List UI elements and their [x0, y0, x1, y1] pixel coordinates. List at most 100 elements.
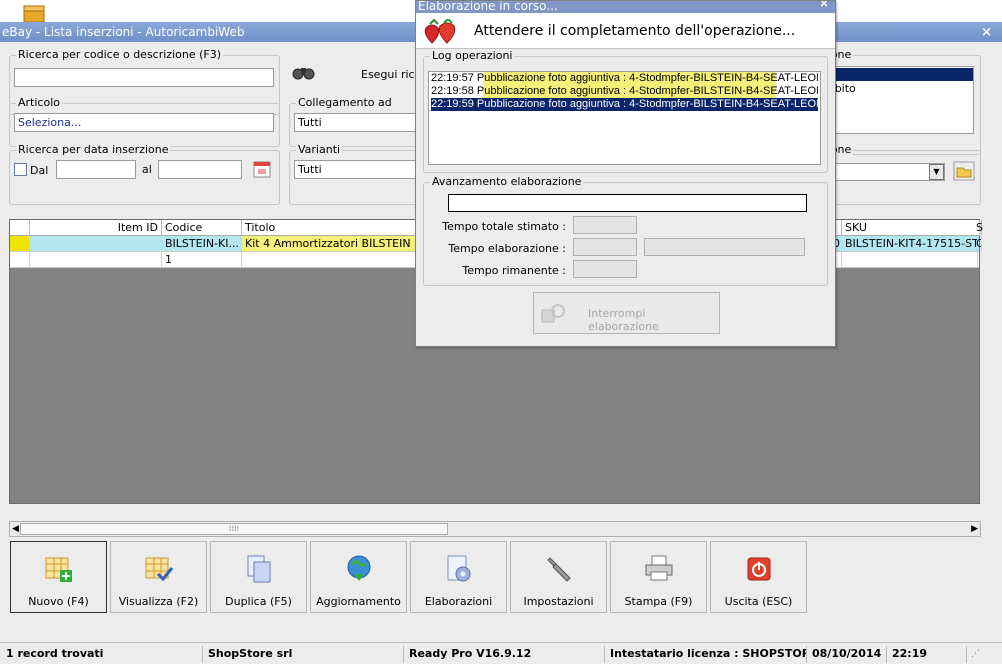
column-header-item-id[interactable]: Item ID: [30, 220, 162, 236]
cell-sku: BILSTEIN-KIT4-17515-ST: [842, 236, 978, 251]
log-entry[interactable]: 22:19:57 Pubblicazione foto aggiuntiva :…: [431, 72, 818, 85]
update-globe-icon: [347, 555, 371, 581]
dialog-message: Attendere il completamento dell'operazio…: [474, 23, 796, 39]
dialog-titlebar: Elaborazione in corso... ×: [416, 1, 835, 13]
settings-button-label: Impostazioni: [523, 595, 594, 608]
row-indicator: [10, 252, 30, 267]
log-list[interactable]: 22:19:57 Pubblicazione foto aggiuntiva :…: [428, 71, 821, 165]
right-filter-group-2: zione ▼: [818, 143, 981, 205]
search-group-label: Ricerca per codice o descrizione (F3): [16, 48, 224, 61]
column-header-codice[interactable]: Codice: [162, 220, 242, 236]
progress-group-label: Avanzamento elaborazione: [430, 175, 584, 188]
column-header-sku[interactable]: SKU: [842, 220, 980, 236]
processing-button-label: Elaborazioni: [424, 595, 493, 608]
status-date: 08/10/2014: [807, 646, 887, 663]
status-records: 1 record trovati: [1, 646, 203, 663]
update-button-label: Aggiornamento: [316, 595, 401, 608]
tempo-elaborazione-detail-field: [644, 238, 805, 256]
stop-processing-button[interactable]: Interrompi elaborazione: [533, 292, 720, 334]
process-icon: [447, 555, 471, 582]
dal-checkbox[interactable]: [14, 163, 27, 176]
update-button[interactable]: Aggiornamento: [310, 541, 407, 613]
varianti-group-label: Varianti: [296, 143, 343, 156]
package-icon: [23, 5, 45, 23]
log-entry[interactable]: 22:19:59 Pubblicazione foto aggiuntiva :…: [431, 98, 818, 111]
status-version: Ready Pro V16.9.12: [404, 646, 605, 663]
duplicate-button[interactable]: Duplica (F5): [210, 541, 307, 613]
cell-item-id: [30, 236, 162, 251]
exit-button[interactable]: Uscita (ESC): [710, 541, 807, 613]
right-filter-list[interactable]: subito ne: [818, 66, 974, 134]
resize-grip-icon[interactable]: ⋰: [971, 649, 980, 659]
printer-icon: [645, 555, 673, 581]
stop-process-icon: [541, 304, 565, 323]
exit-icon: [747, 557, 771, 581]
cell-s: C: [976, 236, 982, 251]
tempo-rimanente-field: [573, 260, 637, 278]
cell-sku: [842, 252, 978, 267]
varianti-group: Varianti Tutti: [289, 143, 420, 205]
cell-codice: BILSTEIN-KI...: [162, 236, 242, 251]
right-filter-group: zione subito ne: [818, 48, 981, 155]
strawberry-icon: [424, 19, 456, 44]
new-button-label: Nuovo (F4): [28, 595, 89, 608]
right-filter-list-item-selected[interactable]: [818, 68, 973, 81]
new-button[interactable]: Nuovo (F4): [10, 541, 107, 613]
processing-button[interactable]: Elaborazioni: [410, 541, 507, 613]
status-bar: 1 record trovati ShopStore srl Ready Pro…: [0, 642, 1002, 664]
date-from-input[interactable]: [56, 160, 136, 179]
varianti-select[interactable]: Tutti: [294, 160, 420, 179]
view-button-label: Visualizza (F2): [118, 595, 199, 608]
calendar-icon[interactable]: [252, 159, 272, 179]
collegamento-select[interactable]: Tutti: [294, 113, 420, 132]
log-entry[interactable]: 22:19:58 Pubblicazione foto aggiuntiva :…: [431, 85, 818, 98]
status-license: Intestatario licenza : SHOPSTORE S: [605, 646, 807, 663]
tempo-totale-field: [573, 216, 637, 234]
close-window-icon[interactable]: ×: [981, 23, 992, 43]
tempo-totale-label: Tempo totale stimato :: [442, 220, 566, 233]
date-group-label: Ricerca per data inserzione: [16, 143, 171, 156]
search-input[interactable]: [14, 68, 274, 87]
tempo-elaborazione-field: [573, 238, 637, 256]
dal-label: Dal: [30, 164, 49, 177]
dropdown-arrow-icon[interactable]: ▼: [929, 164, 944, 180]
articolo-group: Articolo Seleziona...: [9, 96, 280, 147]
scroll-left-icon[interactable]: ◀: [12, 524, 19, 534]
duplicate-icon: [247, 555, 271, 583]
print-button[interactable]: Stampa (F9): [610, 541, 707, 613]
cell-item-id: [30, 252, 162, 267]
tempo-elaborazione-label: Tempo elaborazione :: [448, 242, 566, 255]
binoculars-icon: [292, 68, 315, 80]
folder-icon[interactable]: [953, 161, 975, 181]
articolo-group-label: Articolo: [16, 96, 62, 109]
log-group-label: Log operazioni: [430, 49, 515, 62]
window-title: eBay - Lista inserzioni - AutoricambiWeb: [2, 25, 245, 39]
cell-codice: 1: [162, 252, 242, 267]
tempo-rimanente-label: Tempo rimanente :: [462, 264, 566, 277]
horizontal-scrollbar[interactable]: ◀ ⁞⁞⁞⁞ ▶: [9, 521, 981, 537]
scroll-right-icon[interactable]: ▶: [971, 524, 978, 534]
column-header-s[interactable]: S: [976, 220, 983, 236]
view-grid-icon: [145, 557, 174, 582]
settings-button[interactable]: Impostazioni: [510, 541, 607, 613]
dialog-close-icon[interactable]: ×: [819, 1, 829, 9]
date-to-input[interactable]: [158, 160, 242, 179]
status-time: 22:19: [887, 646, 967, 663]
processing-dialog: Elaborazione in corso... × Attendere il …: [415, 0, 836, 347]
dialog-title: Elaborazione in corso...: [418, 1, 558, 13]
row-indicator: [10, 236, 30, 251]
dialog-header: Attendere il completamento dell'operazio…: [416, 13, 835, 49]
collegamento-group: Collegamento ad anagra Tutti: [289, 96, 420, 147]
duplicate-button-label: Duplica (F5): [225, 595, 292, 608]
al-label: al: [142, 163, 152, 176]
date-group: Ricerca per data inserzione Dal al: [9, 143, 280, 205]
scroll-thumb[interactable]: ⁞⁞⁞⁞: [20, 523, 448, 535]
exit-button-label: Uscita (ESC): [724, 595, 793, 608]
status-company: ShopStore srl: [203, 646, 404, 663]
print-button-label: Stampa (F9): [624, 595, 693, 608]
progress-bar: [448, 194, 807, 212]
right-filter-select[interactable]: [818, 163, 945, 181]
view-button[interactable]: Visualizza (F2): [110, 541, 207, 613]
articolo-select[interactable]: Seleziona...: [14, 113, 274, 132]
cell-titolo: Kit 4 Ammortizzatori BILSTEIN B4 - S: [242, 236, 417, 251]
